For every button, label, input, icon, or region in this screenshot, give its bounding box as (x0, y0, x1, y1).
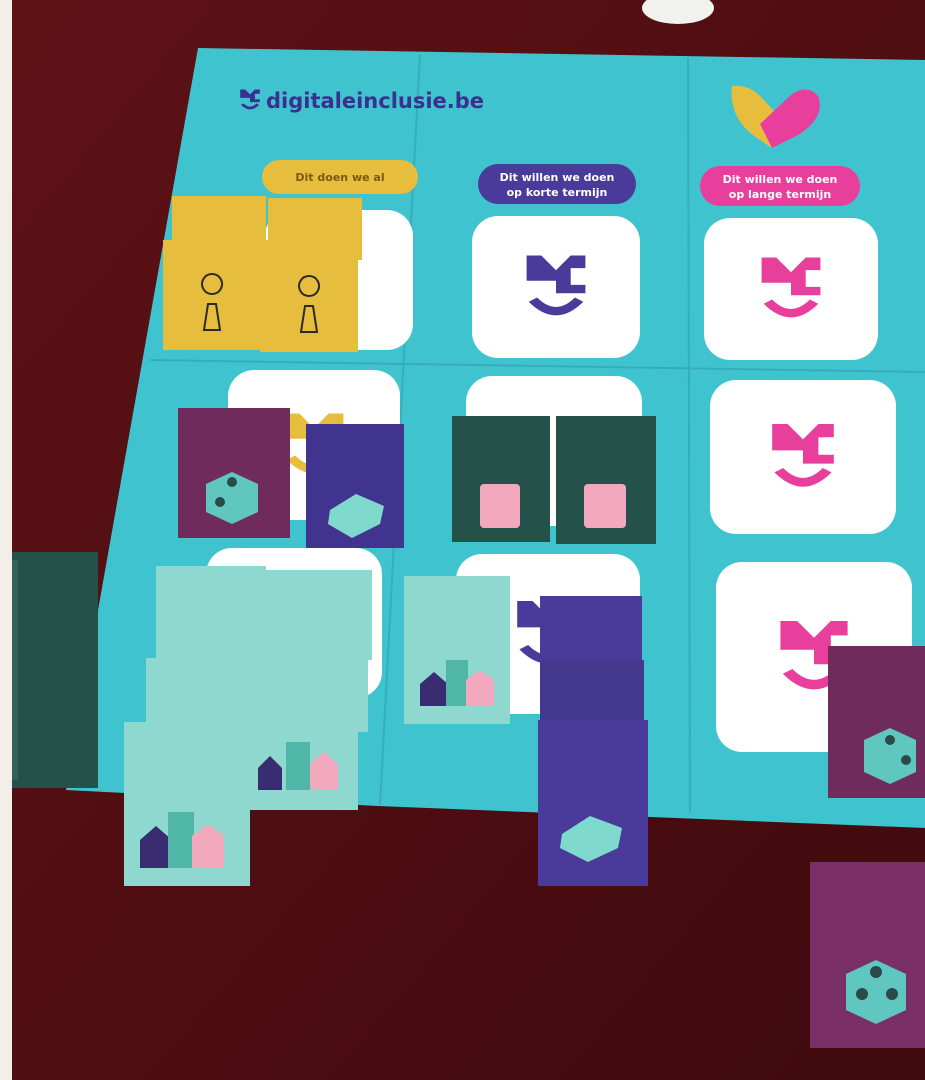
card-indigo (538, 720, 648, 886)
card-mint (156, 566, 266, 666)
card-yellow (163, 240, 263, 350)
column-header-now-label: Dit doen we al (295, 171, 384, 184)
column-header-long-term-line1: Dit willen we doen (723, 173, 838, 186)
yellow-cards (163, 196, 362, 352)
card-plum (810, 862, 925, 1048)
lego-brick-icon (584, 484, 626, 528)
card-forest (12, 552, 98, 788)
column-header-short-term-line2: op korte termijn (507, 186, 608, 199)
card-mint (256, 650, 368, 732)
brand-name: digitaleinclusie.be (266, 89, 484, 113)
photo-scene: digitaleinclusie.be Dit doen we al Dit w… (0, 0, 925, 1080)
lego-brick-icon (480, 484, 520, 528)
column-header-short-term-line1: Dit willen we doen (500, 171, 615, 184)
column-header-long-term-line2: op lange termijn (729, 188, 831, 201)
indigo-stack (538, 596, 648, 886)
cube-icon (864, 728, 916, 784)
photo-border-left (0, 0, 12, 1080)
card-mint (262, 570, 372, 660)
card-forest-edge (12, 560, 18, 780)
